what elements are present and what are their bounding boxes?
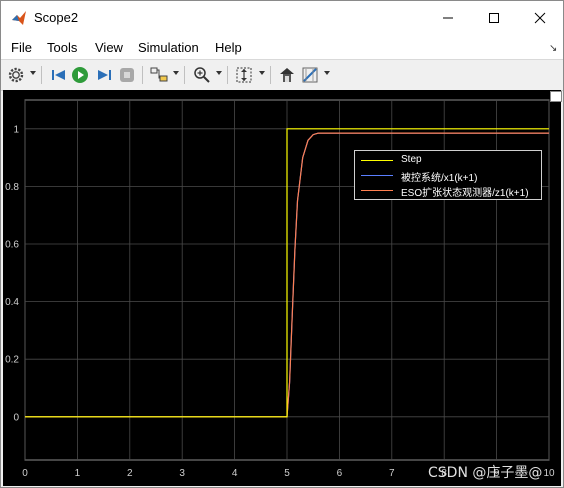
triggers-icon[interactable] <box>278 66 296 84</box>
toolbar-separator <box>270 66 271 84</box>
x-tick-label: 2 <box>127 468 133 479</box>
legend-label: Step <box>401 154 422 165</box>
close-button[interactable] <box>517 1 563 35</box>
measurements-dropdown-icon[interactable] <box>324 71 330 75</box>
title-bar[interactable]: Scope2 <box>1 1 563 35</box>
legend-entry: ESO扩张状态观测器/z1(k+1) <box>355 183 541 199</box>
run-icon[interactable] <box>71 66 89 84</box>
zoom-dropdown-icon[interactable] <box>216 71 222 75</box>
menu-expand-icon[interactable]: ↘ <box>549 43 557 54</box>
undock-icon[interactable] <box>550 91 562 102</box>
cursor-measurements-icon[interactable] <box>301 66 319 84</box>
minimize-button[interactable] <box>425 1 471 35</box>
close-icon <box>534 12 546 24</box>
toolbar-separator <box>41 66 42 84</box>
toolbar-separator <box>227 66 228 84</box>
highlight-block-icon[interactable] <box>150 66 168 84</box>
stop-icon[interactable] <box>118 66 136 84</box>
x-tick-label: 4 <box>232 468 238 479</box>
x-tick-label: 6 <box>337 468 343 479</box>
menu-tools[interactable]: Tools <box>47 40 77 55</box>
y-tick-label: 0.6 <box>5 240 19 251</box>
menu-help[interactable]: Help <box>215 40 242 55</box>
legend-label: 被控系统/x1(k+1) <box>401 173 478 184</box>
menu-bar: File Tools View Simulation Help ↘ <box>1 35 563 59</box>
step-back-icon[interactable] <box>50 66 68 84</box>
toolbar-separator <box>142 66 143 84</box>
legend-entry: 被控系统/x1(k+1) <box>355 168 541 184</box>
menu-view[interactable]: View <box>95 40 123 55</box>
y-tick-label: 0.4 <box>5 297 19 308</box>
toolbar-separator <box>184 66 185 84</box>
autoscale-icon[interactable] <box>235 66 253 84</box>
x-tick-label: 0 <box>22 468 28 479</box>
legend-line-step <box>361 160 393 161</box>
scope-display: 0 1 2 3 4 5 6 7 8 9 10 0 0.2 0.4 0.6 0.8 1 Step 被控系统/x1(… <box>3 90 562 486</box>
matlab-icon <box>12 11 26 25</box>
highlight-dropdown-icon[interactable] <box>173 71 179 75</box>
step-forward-icon[interactable] <box>95 66 113 84</box>
y-tick-label: 0.8 <box>5 182 19 193</box>
settings-dropdown-icon[interactable] <box>30 71 36 75</box>
x-tick-label: 5 <box>284 468 290 479</box>
legend-line-plant <box>361 175 393 176</box>
y-tick-label: 0.2 <box>5 355 19 366</box>
window-title: Scope2 <box>34 10 79 25</box>
x-tick-label: 3 <box>179 468 185 479</box>
x-tick-label: 1 <box>75 468 81 479</box>
scope-window: Scope2 File Tools View Simulation Help ↘ <box>0 0 564 488</box>
menu-file[interactable]: File <box>11 40 32 55</box>
x-tick-label: 10 <box>543 468 555 479</box>
settings-gear-icon[interactable] <box>7 66 25 84</box>
autoscale-dropdown-icon[interactable] <box>259 71 265 75</box>
legend-entry: Step <box>355 153 541 167</box>
watermark: CSDN @庄子墨@ <box>428 465 543 481</box>
menu-simulation[interactable]: Simulation <box>138 40 199 55</box>
minimize-icon <box>443 17 453 19</box>
toolbar <box>1 59 563 91</box>
y-tick-label: 0 <box>13 412 19 423</box>
zoom-icon[interactable] <box>193 66 211 84</box>
legend[interactable]: Step 被控系统/x1(k+1) ESO扩张状态观测器/z1(k+1) <box>354 150 542 200</box>
legend-label: ESO扩张状态观测器/z1(k+1) <box>401 188 529 199</box>
maximize-button[interactable] <box>471 1 517 35</box>
x-tick-label: 7 <box>389 468 395 479</box>
maximize-icon <box>489 13 499 23</box>
y-tick-label: 1 <box>13 124 19 135</box>
legend-line-eso <box>361 190 393 191</box>
